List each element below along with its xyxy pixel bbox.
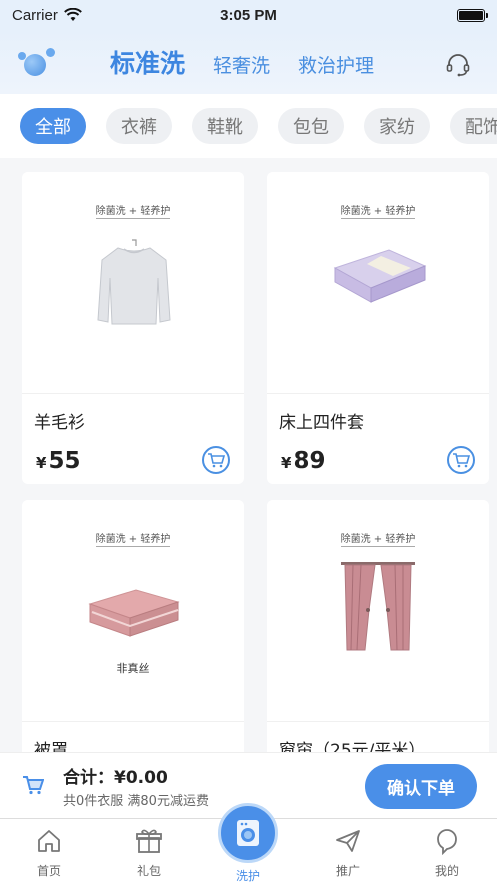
product-image: 除菌洗 + 轻养护 bbox=[267, 172, 489, 394]
tab-standard-wash[interactable]: 标准洗 bbox=[110, 44, 185, 80]
product-image: 除菌洗 + 轻养护 bbox=[267, 500, 489, 722]
product-image: 除菌洗 + 轻养护 非真丝 bbox=[22, 500, 244, 722]
tab-promote[interactable]: 推广 bbox=[313, 827, 383, 879]
tab-label: 礼包 bbox=[136, 864, 161, 878]
paper-plane-icon bbox=[336, 830, 360, 852]
tab-label: 首页 bbox=[36, 864, 61, 878]
bottom-tab-bar: 首页 礼包 洗护 推广 我的 bbox=[0, 803, 497, 883]
product-tag: 除菌洗 + 轻养护 bbox=[95, 534, 171, 547]
curtain-image bbox=[341, 562, 415, 651]
product-card[interactable]: 除菌洗 + 轻养护 羊毛衫 ¥55 bbox=[22, 172, 244, 484]
wifi-icon bbox=[63, 8, 82, 21]
product-price: ¥89 bbox=[281, 448, 326, 474]
gift-icon bbox=[136, 829, 162, 853]
product-tag: 除菌洗 + 轻养护 bbox=[95, 206, 171, 219]
sweater-image bbox=[97, 239, 171, 325]
status-time: 3:05 PM bbox=[220, 6, 277, 24]
product-price: ¥55 bbox=[36, 448, 81, 474]
product-image: 除菌洗 + 轻养护 bbox=[22, 172, 244, 394]
tab-label: 洗护 bbox=[235, 869, 260, 883]
product-tag: 除菌洗 + 轻养护 bbox=[340, 206, 416, 219]
app-logo bbox=[16, 42, 64, 82]
home-icon bbox=[38, 830, 60, 852]
duvet-cover-image bbox=[88, 589, 180, 637]
top-header: 标准洗 轻奢洗 救治护理 bbox=[0, 30, 497, 94]
tab-repair-care[interactable]: 救治护理 bbox=[298, 51, 374, 78]
battery-icon bbox=[457, 8, 488, 22]
order-total: 合计：¥0.00 bbox=[63, 768, 168, 788]
bedding-set-image bbox=[333, 249, 427, 303]
headset-icon[interactable] bbox=[445, 52, 471, 78]
washer-icon bbox=[237, 820, 259, 846]
category-clothing[interactable]: 衣裤 bbox=[106, 108, 172, 144]
tab-home[interactable]: 首页 bbox=[14, 827, 84, 879]
category-shoes[interactable]: 鞋靴 bbox=[192, 108, 258, 144]
confirm-order-button[interactable]: 确认下单 bbox=[365, 764, 477, 809]
tab-profile[interactable]: 我的 bbox=[412, 827, 482, 879]
category-filter: 全部 衣裤 鞋靴 包包 家纺 配饰 bbox=[0, 94, 497, 158]
tab-wash[interactable] bbox=[218, 803, 278, 863]
service-tabs: 标准洗 轻奢洗 救治护理 bbox=[110, 44, 374, 80]
cart-icon bbox=[453, 453, 470, 468]
product-name: 床上四件套 bbox=[279, 413, 364, 433]
carrier-label: Carrier bbox=[12, 6, 58, 24]
add-to-cart-button[interactable] bbox=[202, 446, 230, 474]
order-summary: 共0件衣服 满80元减运费 bbox=[63, 794, 209, 809]
tab-label: 推广 bbox=[335, 864, 360, 878]
cart-icon[interactable] bbox=[22, 775, 44, 795]
tab-gift[interactable]: 礼包 bbox=[114, 827, 184, 879]
product-note: 非真丝 bbox=[116, 662, 150, 675]
product-card[interactable]: 除菌洗 + 轻养护 非真丝 被罩 bbox=[22, 500, 244, 760]
product-tag: 除菌洗 + 轻养护 bbox=[340, 534, 416, 547]
profile-icon bbox=[437, 829, 457, 856]
category-bags[interactable]: 包包 bbox=[278, 108, 344, 144]
category-accessories[interactable]: 配饰 bbox=[450, 108, 497, 144]
add-to-cart-button[interactable] bbox=[447, 446, 475, 474]
product-card[interactable]: 除菌洗 + 轻养护 窗帘（25元/平米） bbox=[267, 500, 489, 760]
status-left: Carrier bbox=[12, 7, 82, 24]
tab-label: 我的 bbox=[434, 864, 459, 878]
cart-icon bbox=[208, 453, 225, 468]
status-bar: Carrier 3:05 PM bbox=[0, 0, 497, 30]
product-name: 羊毛衫 bbox=[34, 413, 85, 433]
product-card[interactable]: 除菌洗 + 轻养护 床上四件套 ¥89 bbox=[267, 172, 489, 484]
category-all[interactable]: 全部 bbox=[20, 108, 86, 144]
tab-light-luxury-wash[interactable]: 轻奢洗 bbox=[213, 51, 270, 78]
category-home-textiles[interactable]: 家纺 bbox=[364, 108, 430, 144]
